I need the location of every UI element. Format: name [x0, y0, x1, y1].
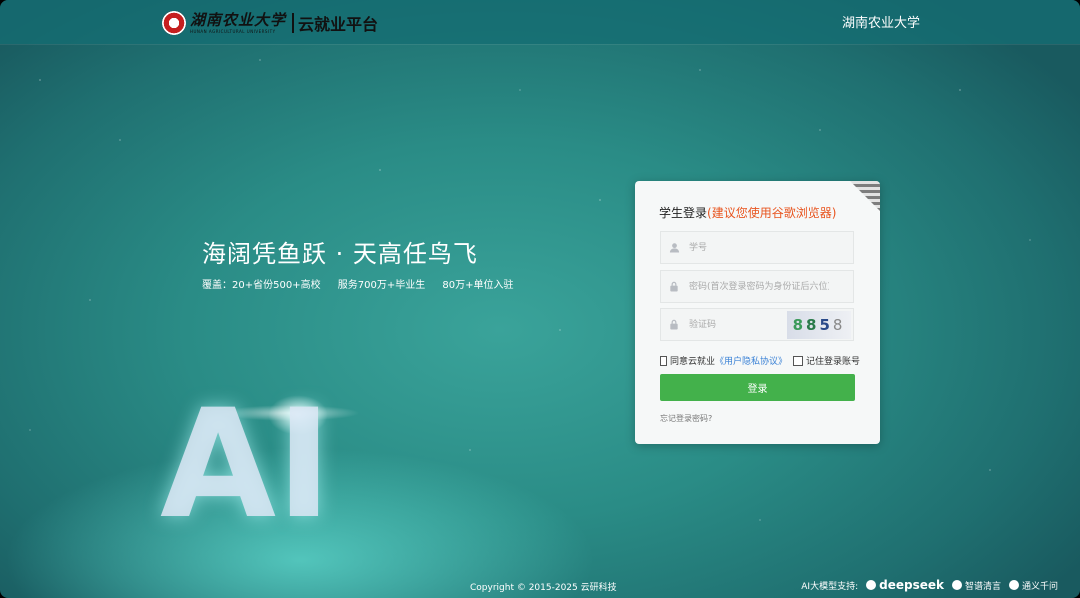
- qwen-icon: [1008, 580, 1019, 590]
- university-seal-icon: [162, 11, 186, 35]
- ai-art-letters: AI: [160, 378, 332, 552]
- zhipu-icon: [951, 580, 962, 590]
- login-card: 学生登录(建议您使用谷歌浏览器) 8 8 5 8: [635, 181, 880, 444]
- captcha-image[interactable]: 8 8 5 8: [787, 311, 851, 339]
- provider-deepseek: deepseek: [866, 578, 944, 592]
- stat-graduates: 服务700万+毕业生: [337, 280, 426, 291]
- deepseek-whale-icon: [866, 580, 877, 590]
- password-field[interactable]: [660, 270, 854, 303]
- logo-chinese-name: 湖南农业大学: [190, 10, 287, 29]
- captcha-field[interactable]: 8 8 5 8: [660, 308, 854, 341]
- hero-slogan: 海阔凭鱼跃 · 天高任鸟飞: [202, 240, 478, 268]
- ai-lighthouse-art: AI: [160, 390, 360, 580]
- logo[interactable]: 湖南农业大学 HUNAN AGRICULTURAL UNIVERSITY 云就业…: [162, 9, 378, 37]
- platform-name: 云就业平台: [298, 15, 379, 34]
- username-field[interactable]: [660, 231, 854, 264]
- login-title: 学生登录(建议您使用谷歌浏览器): [659, 204, 836, 221]
- stat-employers: 80万+单位入驻: [442, 280, 514, 291]
- lock-icon: [661, 281, 687, 292]
- stat-coverage: 覆盖：20+省份500+高校: [202, 280, 321, 291]
- university-link[interactable]: 湖南农业大学: [842, 12, 920, 31]
- copyright-text: Copyright © 2015-2025 云研科技: [470, 583, 617, 593]
- login-button[interactable]: 登录: [660, 374, 855, 401]
- privacy-policy-link[interactable]: 《用户隐私协议》: [715, 354, 787, 367]
- agree-checkbox[interactable]: [660, 355, 667, 366]
- browser-hint: (建议您使用谷歌浏览器): [707, 206, 837, 220]
- logo-divider: [292, 13, 295, 33]
- agreement-row: 同意云就业 《用户隐私协议》 记住登录账号: [660, 354, 860, 367]
- username-input[interactable]: [687, 241, 831, 254]
- lock-icon: [661, 319, 687, 330]
- qr-code-icon[interactable]: [850, 181, 880, 211]
- page-background: 湖南农业大学 HUNAN AGRICULTURAL UNIVERSITY 云就业…: [0, 0, 1080, 598]
- provider-zhipu: 智谱清言: [951, 579, 1001, 592]
- remember-account[interactable]: 记住登录账号: [792, 354, 860, 367]
- provider-qwen: 通义千问: [1008, 579, 1058, 592]
- remember-label: 记住登录账号: [805, 357, 860, 367]
- ai-support-bar: AI大模型支持: deepseek 智谱清言 通义千问: [801, 578, 1058, 592]
- agree-label: 同意云就业: [669, 357, 715, 367]
- hero-stats: 覆盖：20+省份500+高校 服务700万+毕业生 80万+单位入驻: [202, 276, 528, 291]
- top-header: 湖南农业大学 HUNAN AGRICULTURAL UNIVERSITY 云就业…: [0, 0, 1080, 44]
- login-title-text: 学生登录: [659, 206, 708, 220]
- ai-support-label: AI大模型支持:: [801, 581, 859, 592]
- logo-english-name: HUNAN AGRICULTURAL UNIVERSITY: [190, 28, 276, 34]
- forgot-password-link[interactable]: 忘记登录密码?: [660, 413, 712, 424]
- user-icon: [661, 242, 687, 253]
- remember-checkbox[interactable]: [792, 355, 803, 366]
- password-input[interactable]: [687, 280, 831, 293]
